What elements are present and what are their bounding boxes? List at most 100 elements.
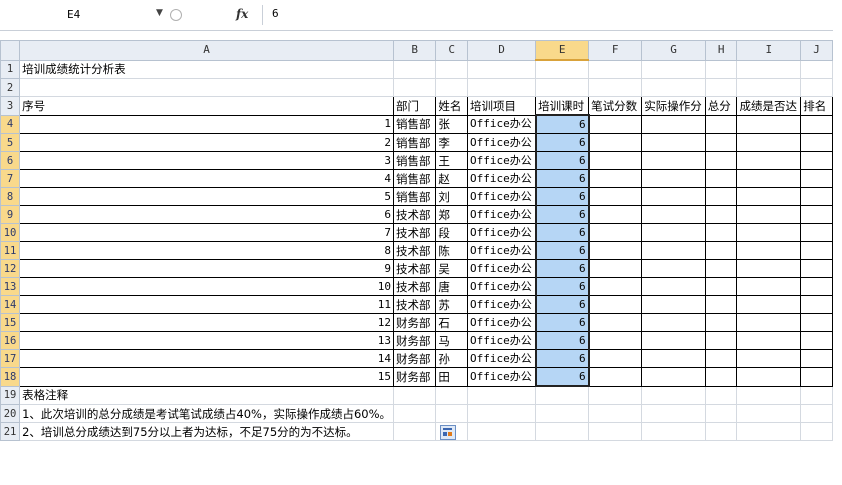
note-cell[interactable]: 2、培训总分成绩达到75分以上者为达标，不足75分的为不达标。 <box>19 422 395 441</box>
chevron-down-icon[interactable]: ▼ <box>156 8 163 18</box>
row-header-selected[interactable]: 4 <box>0 114 21 134</box>
cell-project[interactable]: Office办公 <box>466 114 537 134</box>
cell-hours-selected[interactable]: 6 <box>534 295 590 314</box>
cell[interactable] <box>588 349 643 368</box>
cell[interactable] <box>641 223 706 242</box>
cell[interactable] <box>466 385 537 405</box>
column-header[interactable]: A <box>19 40 395 61</box>
cell-dept[interactable]: 销售部 <box>393 133 437 152</box>
cell[interactable] <box>588 295 643 314</box>
cell[interactable] <box>588 313 643 332</box>
cell-dept[interactable]: 销售部 <box>393 114 437 134</box>
cell-name[interactable]: 段 <box>435 223 468 242</box>
cell[interactable] <box>588 241 643 260</box>
cell-hours-selected[interactable]: 6 <box>534 241 590 260</box>
cell[interactable] <box>641 205 706 224</box>
header-cell[interactable]: 笔试分数 <box>588 96 643 116</box>
cell[interactable] <box>535 385 590 405</box>
cell-project[interactable]: Office办公 <box>466 151 537 170</box>
cell[interactable] <box>704 205 738 224</box>
cell[interactable] <box>641 114 706 134</box>
cell[interactable] <box>588 331 643 350</box>
cell[interactable] <box>800 404 833 423</box>
cell[interactable] <box>466 78 537 97</box>
cell[interactable] <box>641 277 706 296</box>
cell[interactable] <box>736 277 802 296</box>
cell[interactable] <box>588 133 643 152</box>
cell-no[interactable]: 3 <box>19 151 395 170</box>
cell-dept[interactable]: 技术部 <box>393 205 437 224</box>
cell[interactable] <box>535 422 590 441</box>
cell[interactable] <box>736 331 802 350</box>
cell[interactable] <box>800 277 833 296</box>
row-header[interactable]: 21 <box>0 422 21 441</box>
cell-no[interactable]: 12 <box>19 313 395 332</box>
cell[interactable] <box>588 114 643 134</box>
cell-name[interactable]: 马 <box>435 331 468 350</box>
cell[interactable] <box>393 78 437 97</box>
cell[interactable] <box>588 187 643 206</box>
cell[interactable] <box>704 169 738 188</box>
cell[interactable] <box>704 187 738 206</box>
cell[interactable] <box>800 313 833 332</box>
header-cell[interactable]: 排名 <box>800 96 833 116</box>
cell-name[interactable]: 刘 <box>435 187 468 206</box>
cell[interactable] <box>736 223 802 242</box>
cell-name[interactable]: 陈 <box>435 241 468 260</box>
cell[interactable] <box>435 59 468 79</box>
cell[interactable] <box>736 349 802 368</box>
cell-dept[interactable]: 财务部 <box>393 367 437 387</box>
cell[interactable] <box>704 313 738 332</box>
row-header[interactable]: 20 <box>0 404 21 423</box>
cell[interactable] <box>588 404 643 423</box>
cell[interactable] <box>736 187 802 206</box>
cell[interactable] <box>800 187 833 206</box>
autofill-options-icon[interactable] <box>440 425 456 440</box>
header-cell[interactable]: 部门 <box>393 96 437 116</box>
cell-no[interactable]: 6 <box>19 205 395 224</box>
cell[interactable] <box>800 223 833 242</box>
cell-hours-selected[interactable]: 6 <box>534 331 590 350</box>
cell[interactable] <box>800 133 833 152</box>
cell-no[interactable]: 7 <box>19 223 395 242</box>
row-header-selected[interactable]: 17 <box>0 349 21 368</box>
row-header-selected[interactable]: 8 <box>0 187 21 206</box>
cell-dept[interactable]: 销售部 <box>393 151 437 170</box>
cell-project[interactable]: Office办公 <box>466 133 537 152</box>
cell-project[interactable]: Office办公 <box>466 241 537 260</box>
cell[interactable] <box>466 404 537 423</box>
cell[interactable] <box>641 295 706 314</box>
cell[interactable] <box>736 169 802 188</box>
cell-hours-selected[interactable]: 6 <box>534 205 590 224</box>
row-header[interactable]: 2 <box>0 78 21 97</box>
column-header[interactable]: F <box>588 40 643 61</box>
cell[interactable] <box>736 114 802 134</box>
cell[interactable] <box>19 78 395 97</box>
cell-dept[interactable]: 销售部 <box>393 187 437 206</box>
cell[interactable] <box>641 404 706 423</box>
cell[interactable] <box>588 367 643 387</box>
cell[interactable] <box>466 59 537 79</box>
cell[interactable] <box>800 259 833 278</box>
cell[interactable] <box>641 133 706 152</box>
cell[interactable] <box>704 385 738 405</box>
cell[interactable] <box>800 151 833 170</box>
cell[interactable] <box>736 404 802 423</box>
cell[interactable] <box>393 422 437 441</box>
cell-name[interactable]: 赵 <box>435 169 468 188</box>
cell-no[interactable]: 10 <box>19 277 395 296</box>
row-header-selected[interactable]: 7 <box>0 169 21 188</box>
cell-project[interactable]: Office办公 <box>466 349 537 368</box>
cell-hours-selected[interactable]: 6 <box>534 277 590 296</box>
cell[interactable] <box>704 331 738 350</box>
fx-icon[interactable]: fx <box>236 7 248 21</box>
cell[interactable] <box>588 277 643 296</box>
cell[interactable] <box>535 404 590 423</box>
cell[interactable] <box>535 59 590 79</box>
cell[interactable] <box>641 151 706 170</box>
cell[interactable] <box>641 422 706 441</box>
cell[interactable] <box>641 367 706 387</box>
cell[interactable] <box>704 259 738 278</box>
cell-name[interactable]: 吴 <box>435 259 468 278</box>
cell-hours-selected[interactable]: 6 <box>534 133 590 152</box>
